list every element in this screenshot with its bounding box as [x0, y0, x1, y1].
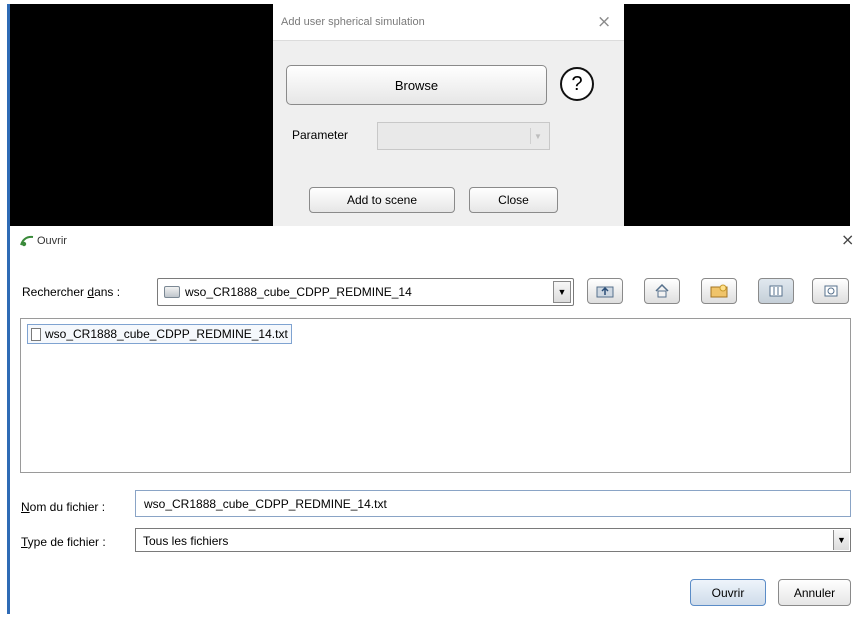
details-view-button[interactable]	[812, 278, 849, 304]
file-chooser-title: Ouvrir	[37, 235, 67, 247]
file-name-input[interactable]	[135, 490, 851, 517]
list-view-button[interactable]	[758, 278, 794, 304]
dialog-title-bar: Add user spherical simulation ×	[273, 4, 624, 41]
dropdown-arrow-icon[interactable]: ▼	[833, 530, 849, 550]
look-in-combo[interactable]: wso_CR1888_cube_CDPP_REDMINE_14 ▼	[157, 278, 574, 306]
file-icon	[31, 327, 41, 341]
up-folder-icon	[596, 286, 614, 298]
browse-button[interactable]: Browse	[286, 65, 547, 105]
close-icon[interactable]: ×	[841, 230, 854, 249]
file-list[interactable]: wso_CR1888_cube_CDPP_REDMINE_14.txt	[20, 318, 851, 473]
up-folder-button[interactable]	[587, 278, 623, 304]
app-logo-icon	[20, 235, 34, 247]
list-view-icon	[769, 285, 783, 297]
details-view-icon	[824, 285, 837, 297]
file-chooser-title-bar: Ouvrir	[20, 235, 67, 247]
dropdown-arrow-icon[interactable]: ▼	[553, 281, 571, 303]
parameter-select[interactable]: ▼	[377, 122, 550, 150]
look-in-value: wso_CR1888_cube_CDPP_REDMINE_14	[185, 285, 412, 299]
window-edge	[7, 4, 10, 614]
close-button[interactable]: Close	[469, 187, 558, 213]
file-type-value: Tous les fichiers	[143, 534, 229, 548]
look-in-label: Rechercher dans :	[22, 285, 121, 299]
open-button[interactable]: Ouvrir	[690, 579, 766, 606]
folder-icon	[164, 286, 180, 298]
new-folder-button[interactable]	[701, 278, 737, 304]
cancel-button[interactable]: Annuler	[778, 579, 851, 606]
dropdown-arrow-icon: ▼	[530, 128, 545, 144]
help-icon[interactable]: ?	[560, 67, 594, 101]
dialog-title: Add user spherical simulation	[281, 16, 425, 28]
list-item[interactable]: wso_CR1888_cube_CDPP_REDMINE_14.txt	[27, 324, 292, 344]
file-name: wso_CR1888_cube_CDPP_REDMINE_14.txt	[45, 327, 288, 341]
new-folder-icon	[710, 284, 728, 298]
file-type-label: Type de fichier :	[21, 535, 106, 549]
file-type-combo[interactable]: Tous les fichiers ▼	[135, 528, 851, 552]
add-to-scene-button[interactable]: Add to scene	[309, 187, 455, 213]
add-simulation-dialog: Add user spherical simulation × Browse ?…	[273, 4, 624, 226]
file-name-label: Nom du fichier :	[21, 500, 106, 514]
home-button[interactable]	[644, 278, 680, 304]
parameter-label: Parameter	[292, 128, 349, 142]
home-icon	[655, 284, 669, 298]
close-icon[interactable]: ×	[597, 12, 611, 32]
